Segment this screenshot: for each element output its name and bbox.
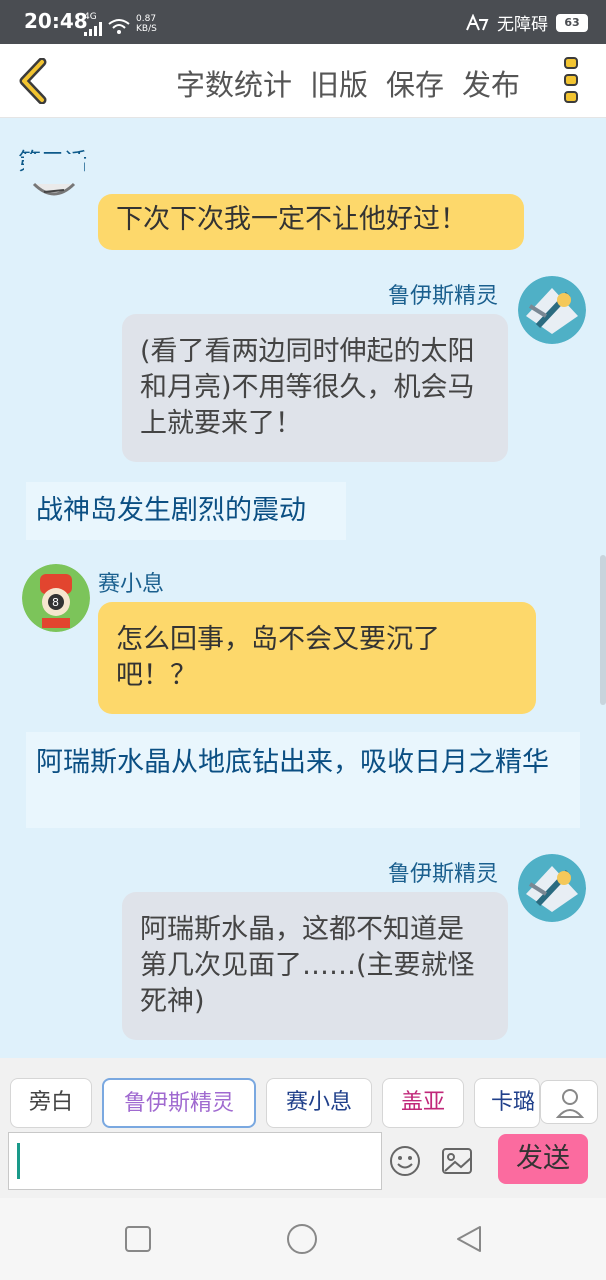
- add-role-button[interactable]: [540, 1080, 598, 1124]
- character-avatar-icon: 8: [22, 564, 90, 632]
- avatar[interactable]: 8: [22, 564, 90, 632]
- character-avatar-icon: [24, 154, 84, 202]
- recent-apps-icon[interactable]: [124, 1225, 152, 1253]
- old-version-button[interactable]: 旧版: [310, 62, 368, 104]
- narration-block[interactable]: 战神岛发生剧烈的震动: [26, 482, 346, 540]
- avatar[interactable]: [24, 154, 84, 202]
- text-caret: [17, 1143, 20, 1179]
- role-chip-gaia[interactable]: 盖亚: [382, 1078, 464, 1128]
- character-avatar-icon: [518, 276, 586, 344]
- wifi-icon: [108, 19, 130, 34]
- editor-toolbar: 字数统计 旧版 保存 发布: [0, 44, 606, 118]
- character-avatar-icon: [518, 854, 586, 922]
- accessibility-label: 无障碍: [497, 15, 548, 35]
- word-count-button[interactable]: 字数统计: [176, 62, 292, 104]
- save-button[interactable]: 保存: [386, 62, 444, 104]
- role-label: 盖亚: [400, 1090, 445, 1115]
- speed-value: 0.87: [136, 14, 157, 24]
- speed-unit: KB/S: [136, 24, 157, 34]
- avatar[interactable]: [518, 854, 586, 922]
- role-label: 鲁伊斯精灵: [123, 1091, 234, 1116]
- role-label: 卡璐: [491, 1090, 536, 1115]
- role-chip-ruisi[interactable]: 鲁伊斯精灵: [102, 1078, 256, 1128]
- role-chip-narrator[interactable]: 旁白: [10, 1078, 92, 1128]
- home-icon[interactable]: [286, 1223, 318, 1255]
- network-type: 4G: [84, 12, 97, 22]
- publish-button[interactable]: 发布: [462, 62, 520, 104]
- role-chip-saixiaoxi[interactable]: 赛小息: [266, 1078, 372, 1128]
- send-button[interactable]: 发送: [498, 1134, 588, 1184]
- accessibility-icon: [466, 13, 489, 30]
- system-navigation-bar: [0, 1198, 606, 1280]
- message-bubble[interactable]: 下次下次我一定不让他好过！: [98, 194, 524, 250]
- message-text: 下次下次我一定不让他好过！: [116, 204, 467, 235]
- emoji-icon[interactable]: [388, 1144, 422, 1178]
- avatar[interactable]: [518, 276, 586, 344]
- message-bubble[interactable]: 怎么回事，岛不会又要沉了吧！？: [98, 602, 536, 714]
- speaker-name: 鲁伊斯精灵: [388, 284, 499, 309]
- user-icon: [555, 1089, 585, 1118]
- message-text: 怎么回事，岛不会又要沉了吧！？: [116, 624, 440, 691]
- message-input[interactable]: [8, 1132, 382, 1190]
- narration-text: 阿瑞斯水晶从地底钻出来，吸收日月之精华: [36, 747, 549, 778]
- narration-block[interactable]: 阿瑞斯水晶从地底钻出来，吸收日月之精华: [26, 732, 580, 828]
- narration-text: 战神岛发生剧烈的震动: [36, 495, 306, 526]
- speaker-name: 赛小息: [98, 572, 165, 597]
- message-text: (看了看两边同时伸起的太阳和月亮)不用等很久，机会马上就要来了！: [140, 336, 475, 439]
- role-chip-kalu[interactable]: 卡璐: [474, 1078, 540, 1128]
- status-time: 20:48: [24, 9, 88, 33]
- svg-text:8: 8: [52, 596, 59, 609]
- back-arrow-icon[interactable]: [14, 58, 54, 104]
- more-menu-icon[interactable]: [562, 56, 582, 106]
- toolbar-actions: 字数统计 旧版 保存 发布: [176, 62, 520, 104]
- message-bubble[interactable]: 阿瑞斯水晶，这都不知道是第几次见面了……(主要就怪死神): [122, 892, 508, 1040]
- image-icon[interactable]: [440, 1144, 474, 1178]
- back-triangle-icon[interactable]: [454, 1223, 484, 1255]
- status-bar: 20:48 4G 0.87 KB/S 无障碍 63: [0, 0, 606, 44]
- battery-indicator: 63: [556, 13, 588, 32]
- message-text: 阿瑞斯水晶，这都不知道是第几次见面了……(主要就怪死神): [140, 914, 475, 1017]
- role-label: 旁白: [28, 1090, 73, 1115]
- role-label: 赛小息: [285, 1090, 352, 1115]
- signal-icon: [84, 22, 102, 36]
- scrollbar[interactable]: [600, 555, 606, 705]
- composer-panel: 旁白 鲁伊斯精灵 赛小息 盖亚 卡璐 发送: [0, 1058, 606, 1198]
- chat-area[interactable]: 第三话 下次下次我一定不让他好过！ 鲁伊斯精灵 (看了看两边同时伸起的太阳和月亮…: [0, 118, 606, 1058]
- message-bubble[interactable]: (看了看两边同时伸起的太阳和月亮)不用等很久，机会马上就要来了！: [122, 314, 508, 462]
- speaker-name: 鲁伊斯精灵: [388, 862, 499, 887]
